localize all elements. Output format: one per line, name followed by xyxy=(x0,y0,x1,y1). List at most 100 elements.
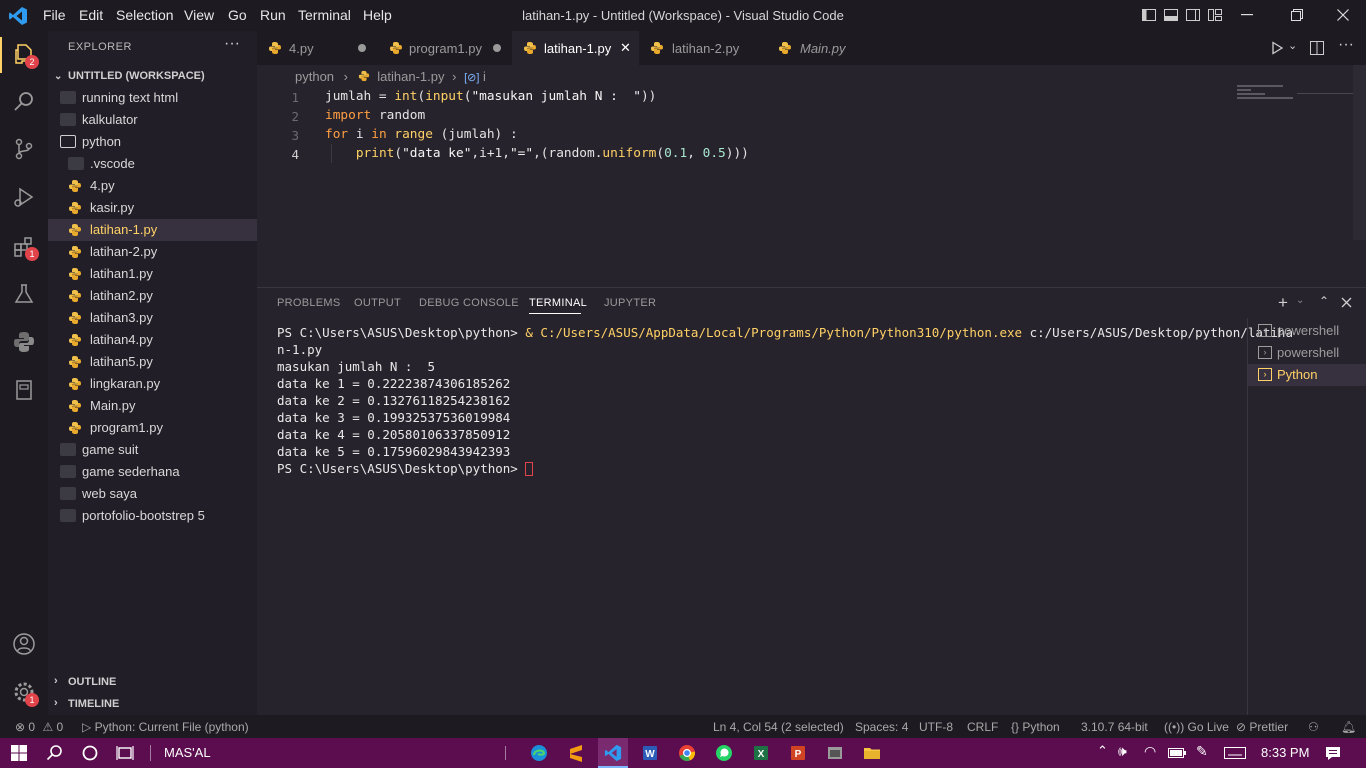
sublime-text-icon[interactable] xyxy=(567,744,585,762)
tree-item-folder[interactable]: running text html xyxy=(48,87,257,109)
chrome-icon[interactable] xyxy=(678,744,696,762)
minimize-icon[interactable] xyxy=(1241,14,1253,16)
taskbar-search-icon[interactable] xyxy=(46,744,64,762)
vscode-taskbar-icon[interactable] xyxy=(604,744,622,762)
tree-item-folder[interactable]: portofolio-bootstrep 5 xyxy=(48,505,257,527)
tree-item-file[interactable]: latihan-1.py xyxy=(48,219,257,241)
code-line[interactable]: import random xyxy=(325,108,425,123)
tree-item-folder[interactable]: kalkulator xyxy=(48,109,257,131)
new-terminal-icon[interactable]: + xyxy=(1278,293,1288,313)
tab-latihan-2-py[interactable]: latihan-2.py xyxy=(639,31,755,65)
cursor-position[interactable]: Ln 4, Col 54 (2 selected) xyxy=(713,720,844,734)
eol-status[interactable]: CRLF xyxy=(967,720,998,734)
outline-section[interactable]: › OUTLINE xyxy=(48,672,257,694)
powerpoint-icon[interactable]: P xyxy=(789,744,807,762)
minimap[interactable] xyxy=(1237,85,1297,99)
editor-scrollbar[interactable] xyxy=(1353,65,1366,240)
python-icon[interactable] xyxy=(12,330,36,354)
customize-layout-icon[interactable] xyxy=(1207,7,1223,23)
task-view-icon[interactable] xyxy=(116,744,134,762)
split-editor-icon[interactable] xyxy=(1310,41,1324,55)
breadcrumb-file[interactable]: latihan-1.py xyxy=(377,69,444,84)
terminal-item-powershell[interactable]: › powershell xyxy=(1248,320,1366,342)
interpreter-status[interactable]: 3.10.7 64-bit xyxy=(1081,720,1148,734)
cortana-icon[interactable] xyxy=(81,744,99,762)
go-live-status[interactable]: ((•)) Go Live xyxy=(1164,720,1229,734)
encoding-status[interactable]: UTF-8 xyxy=(919,720,953,734)
notifications-icon[interactable]: 🔔︎ xyxy=(1341,720,1356,734)
taskbar-label[interactable]: MAS'AL xyxy=(164,745,211,760)
terminal-dropdown-icon[interactable]: ⌄ xyxy=(1296,295,1304,306)
timeline-section[interactable]: › TIMELINE xyxy=(48,694,257,716)
maximize-panel-icon[interactable]: ⌃ xyxy=(1319,294,1329,308)
run-python-file-icon[interactable] xyxy=(1270,41,1284,55)
windows-start-icon[interactable] xyxy=(10,744,28,762)
tree-item-folder[interactable]: .vscode xyxy=(48,153,257,175)
run-debug-icon[interactable] xyxy=(12,185,36,209)
tree-item-file[interactable]: 4.py xyxy=(48,175,257,197)
code-line[interactable]: jumlah = int(input("masukan jumlah N : "… xyxy=(325,89,656,104)
terminal-item-powershell[interactable]: › powershell xyxy=(1248,342,1366,364)
source-control-icon[interactable] xyxy=(12,137,36,161)
show-hidden-icons-icon[interactable]: ⌃ xyxy=(1097,743,1108,759)
debug-config-status[interactable]: ▷ Python: Current File (python) xyxy=(82,720,249,734)
prettier-status[interactable]: ⊘ Prettier xyxy=(1236,720,1288,734)
remote-explorer-icon[interactable] xyxy=(12,378,36,402)
close-window-icon[interactable] xyxy=(1337,9,1349,21)
panel-tab-problems[interactable]: PROBLEMS xyxy=(277,297,341,309)
edge-browser-icon[interactable] xyxy=(530,744,548,762)
panel-tab-jupyter[interactable]: JUPYTER xyxy=(604,297,656,309)
code-line[interactable]: print("data ke",i+1,"=",(random.uniform(… xyxy=(325,146,749,161)
tree-item-file[interactable]: lingkaran.py xyxy=(48,373,257,395)
indentation-status[interactable]: Spaces: 4 xyxy=(855,720,908,734)
tree-item-file[interactable]: latihan2.py xyxy=(48,285,257,307)
tree-item-folder[interactable]: game suit xyxy=(48,439,257,461)
tab-program1-py[interactable]: program1.py xyxy=(378,31,512,65)
tab-latihan-1-py[interactable]: latihan-1.py ✕ xyxy=(512,31,639,65)
run-dropdown-icon[interactable]: ⌄ xyxy=(1288,39,1297,52)
keyboard-icon[interactable] xyxy=(1224,747,1246,759)
word-icon[interactable]: W xyxy=(641,744,659,762)
breadcrumb-folder[interactable]: python xyxy=(295,69,334,84)
toggle-sidebar-icon[interactable] xyxy=(1141,7,1157,23)
terminal-item-python[interactable]: › Python xyxy=(1248,364,1366,386)
app-window-icon[interactable] xyxy=(826,744,844,762)
toggle-panel-icon[interactable] xyxy=(1163,7,1179,23)
tree-item-file[interactable]: program1.py xyxy=(48,417,257,439)
tree-item-folder[interactable]: web saya xyxy=(48,483,257,505)
tree-item-file[interactable]: Main.py xyxy=(48,395,257,417)
tree-item-file[interactable]: latihan5.py xyxy=(48,351,257,373)
search-icon[interactable] xyxy=(12,89,36,113)
tree-item-folder[interactable]: game sederhana xyxy=(48,461,257,483)
panel-tab-debug-console[interactable]: DEBUG CONSOLE xyxy=(419,297,519,309)
workspace-header[interactable]: ⌄ UNTITLED (WORKSPACE) xyxy=(48,67,257,87)
taskbar-clock[interactable]: 8:33 PM xyxy=(1261,745,1309,760)
panel-tab-terminal[interactable]: TERMINAL xyxy=(529,297,587,309)
tree-item-file[interactable]: latihan4.py xyxy=(48,329,257,351)
tab-4-py[interactable]: 4.py xyxy=(257,31,378,65)
restore-icon[interactable] xyxy=(1291,9,1303,21)
file-explorer-icon[interactable] xyxy=(863,744,881,762)
wifi-icon[interactable]: ◠ xyxy=(1144,743,1156,760)
tree-item-file[interactable]: latihan-2.py xyxy=(48,241,257,263)
more-actions-icon[interactable]: ··· xyxy=(224,35,240,53)
tree-item-file[interactable]: kasir.py xyxy=(48,197,257,219)
terminal-output[interactable]: PS C:\Users\ASUS\Desktop\python> & C:/Us… xyxy=(277,324,1293,477)
action-center-icon[interactable] xyxy=(1324,744,1342,762)
panel-tab-output[interactable]: OUTPUT xyxy=(354,297,401,309)
accounts-icon[interactable] xyxy=(12,632,36,656)
volume-icon[interactable]: 🕪︎ xyxy=(1118,743,1127,760)
close-tab-icon[interactable]: ✕ xyxy=(620,40,631,56)
problems-status[interactable]: ⊗ 0 ⚠ 0 xyxy=(15,720,63,734)
breadcrumb-symbol[interactable]: i xyxy=(483,69,486,84)
tab-main-py[interactable]: Main.py xyxy=(755,31,861,65)
excel-icon[interactable]: X xyxy=(752,744,770,762)
code-line[interactable]: for i in range (jumlah) : xyxy=(325,127,518,142)
code-editor[interactable]: python › latihan-1.py › [⊘] i 1 2 3 4 ju… xyxy=(257,65,1366,287)
pen-icon[interactable]: ✎ xyxy=(1196,743,1208,760)
tree-item-file[interactable]: latihan3.py xyxy=(48,307,257,329)
toggle-secondary-sidebar-icon[interactable] xyxy=(1185,7,1201,23)
language-status[interactable]: {} Python xyxy=(1011,720,1060,734)
editor-more-actions-icon[interactable]: ··· xyxy=(1338,36,1354,54)
close-panel-icon[interactable] xyxy=(1341,297,1352,308)
